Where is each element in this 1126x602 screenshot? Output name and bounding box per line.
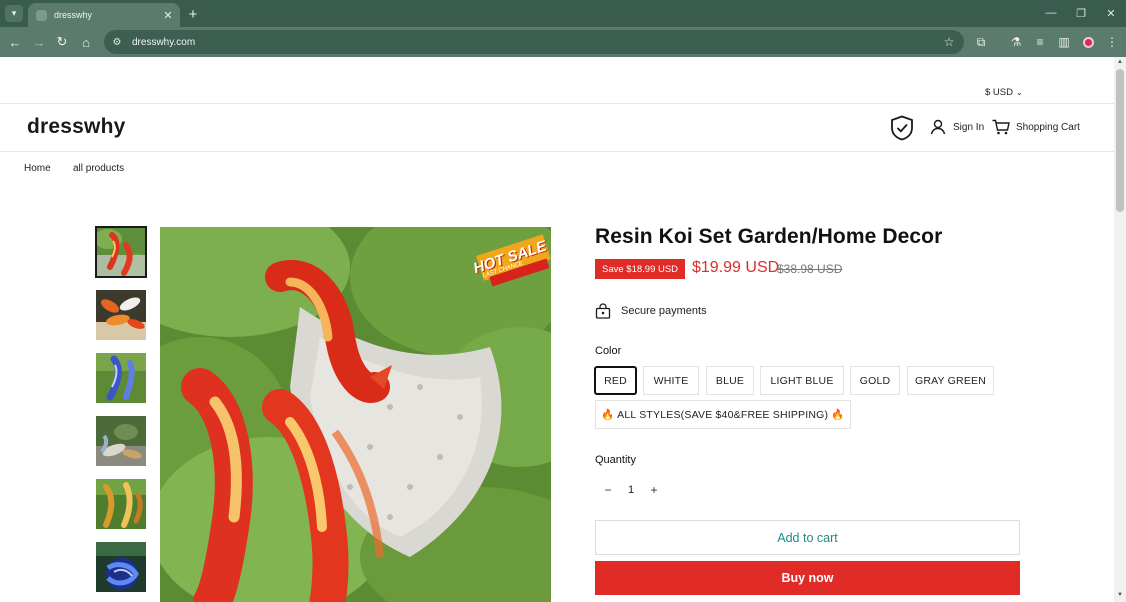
shield-check-icon[interactable] [890, 115, 914, 141]
sale-price: $19.99 USD [692, 259, 780, 276]
back-icon[interactable]: ← [6, 33, 24, 51]
page-scrollbar[interactable]: ▲ ▼ [1114, 57, 1126, 602]
cart-icon [992, 119, 1010, 135]
gallery-thumbnail-6[interactable] [96, 542, 146, 592]
save-badge: Save $18.99 USD [595, 259, 686, 279]
url-text[interactable]: dresswhy.com [132, 37, 940, 48]
gallery-thumbnail-3[interactable] [96, 353, 146, 403]
product-title: Resin Koi Set Garden/Home Decor [595, 225, 943, 248]
shopping-cart-link[interactable]: Shopping Cart [992, 119, 1080, 135]
header-divider-bottom [0, 151, 1114, 152]
nav-all-products[interactable]: all products [73, 163, 124, 174]
quantity-value[interactable]: 1 [628, 484, 634, 496]
scroll-down-icon[interactable]: ▼ [1116, 592, 1124, 600]
minimize-icon[interactable]: — [1036, 4, 1066, 22]
favicon-icon [36, 9, 47, 21]
compare-at-price: $38.98 USD [777, 262, 843, 276]
buy-now-button[interactable]: Buy now [595, 561, 1020, 595]
reading-list-icon[interactable]: ≡ [1031, 33, 1049, 51]
user-icon [930, 119, 946, 135]
color-option-gray-green[interactable]: GRAY GREEN [907, 366, 994, 395]
chevron-down-icon[interactable]: ▾ [5, 5, 23, 22]
quantity-label: Quantity [595, 454, 636, 466]
nav-home[interactable]: Home [24, 163, 51, 174]
currency-selector[interactable]: $ USD ⌄ [985, 87, 1023, 98]
gallery-thumbnail-4[interactable] [96, 416, 146, 466]
page-content: $ USD ⌄ dresswhy Sign In Shopping Cart H… [0, 57, 1114, 602]
secure-payments: Secure payments [595, 303, 707, 319]
address-bar[interactable]: ⚙ dresswhy.com ☆ [104, 30, 964, 54]
kebab-menu-icon[interactable]: ⋮ [1103, 33, 1121, 51]
scroll-thumb[interactable] [1116, 69, 1124, 212]
currency-label: $ USD [985, 87, 1013, 98]
bookmark-star-icon[interactable]: ☆ [940, 33, 958, 51]
scroll-up-icon[interactable]: ▲ [1116, 59, 1124, 67]
gallery-thumbnail-5[interactable] [96, 479, 146, 529]
chevron-down-icon: ⌄ [1015, 88, 1023, 97]
restore-icon[interactable]: ❐ [1066, 4, 1096, 22]
plus-icon[interactable]: + [645, 481, 663, 499]
minus-icon[interactable]: − [599, 481, 617, 499]
lock-bag-icon [595, 303, 611, 319]
product-main-image[interactable]: HOT SALE LAST CHANCE [160, 227, 551, 602]
browser-toolbar: ← → ↻ ⌂ ⚙ dresswhy.com ☆ ⧉ ⚗ ≡ ▥ ⋮ [0, 27, 1126, 57]
home-icon[interactable]: ⌂ [77, 33, 95, 51]
color-option-blue[interactable]: BLUE [706, 366, 754, 395]
site-info-icon[interactable]: ⚙ [110, 35, 124, 49]
plus-icon[interactable]: + [184, 5, 202, 23]
tab-title: dresswhy [54, 10, 93, 20]
sign-in-label: Sign In [953, 121, 985, 133]
tab-bar: ▾ dresswhy ✕ + — ❐ ✕ [0, 0, 1126, 27]
browser-tab[interactable]: dresswhy ✕ [28, 3, 180, 27]
color-option-light-blue[interactable]: LIGHT BLUE [760, 366, 844, 395]
gallery-thumbnail-2[interactable] [96, 290, 146, 340]
color-option-red[interactable]: RED [594, 366, 637, 395]
color-label: Color [595, 345, 622, 357]
browser-chrome: ▾ dresswhy ✕ + — ❐ ✕ ← → ↻ ⌂ ⚙ dresswhy.… [0, 0, 1126, 57]
labs-flask-icon[interactable]: ⚗ [1007, 33, 1025, 51]
gallery-thumbnail-1[interactable] [95, 226, 147, 278]
color-option-gold[interactable]: GOLD [850, 366, 900, 395]
forward-icon[interactable]: → [30, 33, 48, 51]
profile-avatar[interactable] [1079, 33, 1097, 51]
extensions-icon[interactable]: ⧉ [972, 33, 990, 51]
color-option-all-styles[interactable]: 🔥 ALL STYLES(SAVE $40&FREE SHIPPING) 🔥 [595, 400, 851, 429]
quantity-stepper: − 1 + [595, 477, 667, 503]
secure-payments-label: Secure payments [621, 305, 707, 317]
add-to-cart-button[interactable]: Add to cart [595, 520, 1020, 555]
close-tab-icon[interactable]: ✕ [160, 7, 176, 23]
header-divider-top [0, 103, 1114, 104]
reload-icon[interactable]: ↻ [53, 33, 71, 51]
sign-in-link[interactable]: Sign In [930, 119, 984, 135]
site-logo[interactable]: dresswhy [27, 115, 125, 139]
close-window-icon[interactable]: ✕ [1096, 4, 1126, 22]
color-option-white[interactable]: WHITE [643, 366, 699, 395]
cart-label: Shopping Cart [1016, 121, 1080, 133]
side-panel-icon[interactable]: ▥ [1055, 33, 1073, 51]
